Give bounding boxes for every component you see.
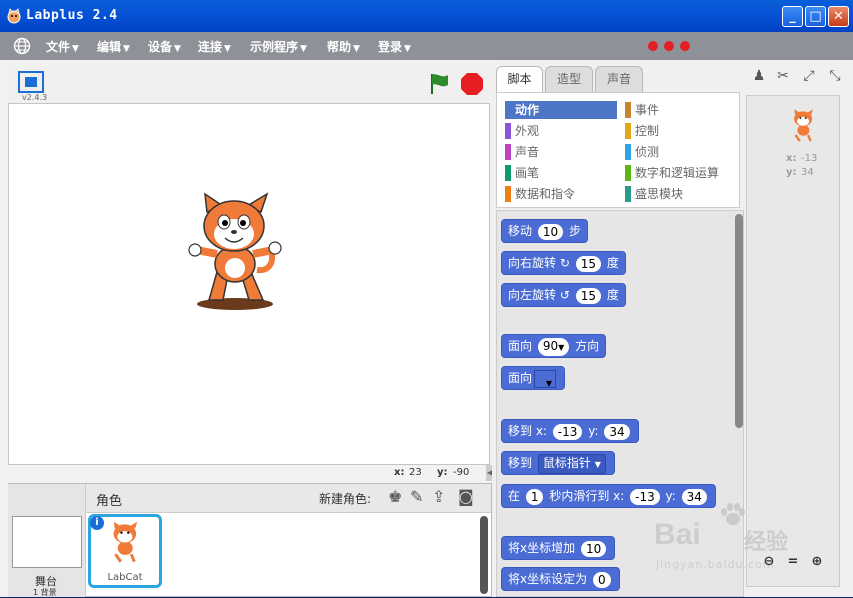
app-window: Labplus 2.4 _ □ ✕ 文件 ▼ 编辑 ▼ 设备 ▼ 连接 ▼ 示例程序 ▼ … [0, 0, 853, 597]
status-dot [680, 41, 690, 51]
watermark: Bai 经验 jingyan.baidu.com [654, 500, 804, 580]
y-coord-value: -90 [453, 467, 470, 478]
rotate-left-icon: ↺ [559, 288, 570, 302]
close-button[interactable]: ✕ [828, 6, 849, 27]
sprite-x-label: x: [786, 153, 797, 164]
sprite-x-value: -13 [801, 153, 818, 164]
rotate-right-icon: ↻ [559, 256, 570, 270]
block-move[interactable]: 移动 10 步 [501, 219, 588, 243]
stage-header: v2.4.3 [8, 66, 490, 103]
tab-scripts[interactable]: 脚本 [496, 66, 543, 94]
status-dot [648, 41, 658, 51]
menu-connect[interactable]: 连接 ▼ [198, 38, 231, 55]
chevron-down-icon: ▼ [300, 44, 307, 54]
globe-icon[interactable] [13, 37, 31, 55]
x-coord-label: x: [394, 467, 405, 478]
stage-thumbnail[interactable] [12, 516, 82, 568]
menu-device[interactable]: 设备 ▼ [148, 38, 181, 55]
app-logo-icon [7, 8, 21, 24]
category-sound[interactable]: 声音 [505, 143, 539, 161]
watermark-url: jingyan.baidu.com [656, 558, 775, 571]
zoom-in-icon[interactable]: ⊕ [808, 553, 826, 571]
category-looks[interactable]: 外观 [505, 122, 539, 140]
menu-help[interactable]: 帮助 ▼ [327, 38, 360, 55]
chevron-down-icon: ▼ [123, 44, 130, 54]
block-change-x[interactable]: 将x坐标增加 10 [501, 536, 616, 560]
camera-icon[interactable]: ◙ [458, 487, 474, 506]
zoom-out-icon[interactable]: ⊖ [760, 553, 778, 571]
category-operators[interactable]: 数字和逻辑运算 [625, 164, 719, 182]
chevron-down-icon: ▼ [404, 44, 411, 54]
maximize-button[interactable]: □ [805, 6, 826, 27]
stamp-icon[interactable]: ♟ [750, 67, 768, 85]
sprite-library-icon[interactable]: ♚ [388, 487, 402, 506]
menu-edit[interactable]: 编辑 ▼ [97, 38, 130, 55]
grow-icon[interactable]: ⤢ [800, 67, 818, 85]
chevron-down-icon: ▼ [174, 44, 181, 54]
stage-backdrop-count: 1 背景 [33, 588, 57, 597]
category-motion[interactable]: 动作 [505, 101, 617, 119]
chevron-down-icon: ▼ [545, 378, 553, 388]
x-coord-value: 23 [409, 467, 422, 478]
sprite-y-value: 34 [801, 167, 814, 178]
labcat-mini-icon [794, 109, 813, 142]
minimize-button[interactable]: _ [782, 6, 803, 27]
sprite-scrollbar[interactable] [480, 516, 488, 594]
zoom-reset-icon[interactable]: = [784, 553, 802, 571]
fullscreen-icon[interactable] [18, 71, 44, 93]
block-set-x[interactable]: 将x坐标设定为 0 [501, 567, 620, 591]
category-panel: 动作 事件 外观 控制 声音 侦测 画笔 数字和逻辑运算 数据和指令 盛思模块 [496, 92, 740, 208]
labcat-thumbnail-icon [113, 521, 138, 563]
shrink-icon[interactable]: ⤡ [826, 67, 844, 85]
cut-icon[interactable]: ✂ [774, 67, 792, 85]
tab-costumes[interactable]: 造型 [545, 66, 593, 92]
new-sprite-label: 新建角色: [319, 492, 372, 506]
block-turn-right[interactable]: 向右旋转 ↻ 15 度 [501, 251, 626, 275]
green-flag-icon[interactable] [428, 72, 452, 96]
stage-thumbnail-panel[interactable]: 舞台 1 背景 [8, 484, 86, 597]
upload-icon[interactable]: ⇪ [432, 487, 445, 506]
block-turn-left[interactable]: 向左旋转 ↺ 15 度 [501, 283, 626, 307]
labcat-sprite[interactable] [187, 192, 287, 314]
category-control[interactable]: 控制 [625, 122, 659, 140]
y-coord-label: y: [437, 467, 448, 478]
status-dot [664, 41, 674, 51]
title-bar: Labplus 2.4 _ □ ✕ [0, 0, 853, 32]
menu-bar: 文件 ▼ 编辑 ▼ 设备 ▼ 连接 ▼ 示例程序 ▼ 帮助 ▼ 登录 ▼ [0, 32, 853, 60]
block-goto-xy[interactable]: 移到 x: -13 y: 34 [501, 419, 639, 443]
block-point-direction[interactable]: 面向 90▼ 方向 [501, 334, 607, 358]
window-title: Labplus 2.4 [26, 8, 118, 23]
category-events[interactable]: 事件 [625, 101, 659, 119]
block-goto[interactable]: 移到 鼠标指针 ▼ [501, 451, 615, 475]
chevron-down-icon: ▼ [353, 44, 360, 54]
category-labplus-module[interactable]: 盛思模块 [625, 185, 683, 203]
category-data[interactable]: 数据和指令 [505, 185, 575, 203]
menu-examples[interactable]: 示例程序 ▼ [250, 38, 307, 55]
sprite-header: 角色 新建角色: ♚ ✎ ⇪ ◙ [86, 484, 491, 513]
tab-sounds[interactable]: 声音 [595, 66, 643, 92]
stop-icon[interactable] [460, 72, 484, 96]
sprites-title: 角色 [96, 494, 123, 509]
stage-canvas[interactable] [8, 103, 490, 465]
watermark-brand: Bai [654, 518, 701, 551]
version-label: v2.4.3 [22, 93, 48, 102]
paw-logo-icon [721, 503, 745, 525]
watermark-brand-cn: 经验 [744, 530, 789, 555]
sprite-thumbnail[interactable]: i LabCat [88, 514, 162, 588]
chevron-down-icon: ▼ [558, 342, 565, 352]
sprite-name: LabCat [107, 572, 143, 583]
chevron-down-icon: ▼ [224, 44, 231, 54]
block-point-towards[interactable]: 面向 ▼ [501, 366, 566, 390]
sprite-y-label: y: [786, 167, 797, 178]
chevron-down-icon: ▼ [72, 44, 79, 54]
menu-file[interactable]: 文件 ▼ [46, 38, 79, 55]
info-icon[interactable]: i [90, 516, 104, 530]
menu-login[interactable]: 登录 ▼ [378, 38, 411, 55]
palette-scrollbar[interactable] [735, 214, 743, 428]
category-sensing[interactable]: 侦测 [625, 143, 659, 161]
paint-brush-icon[interactable]: ✎ [410, 487, 423, 506]
chevron-down-icon: ▼ [594, 459, 601, 469]
category-pen[interactable]: 画笔 [505, 164, 539, 182]
